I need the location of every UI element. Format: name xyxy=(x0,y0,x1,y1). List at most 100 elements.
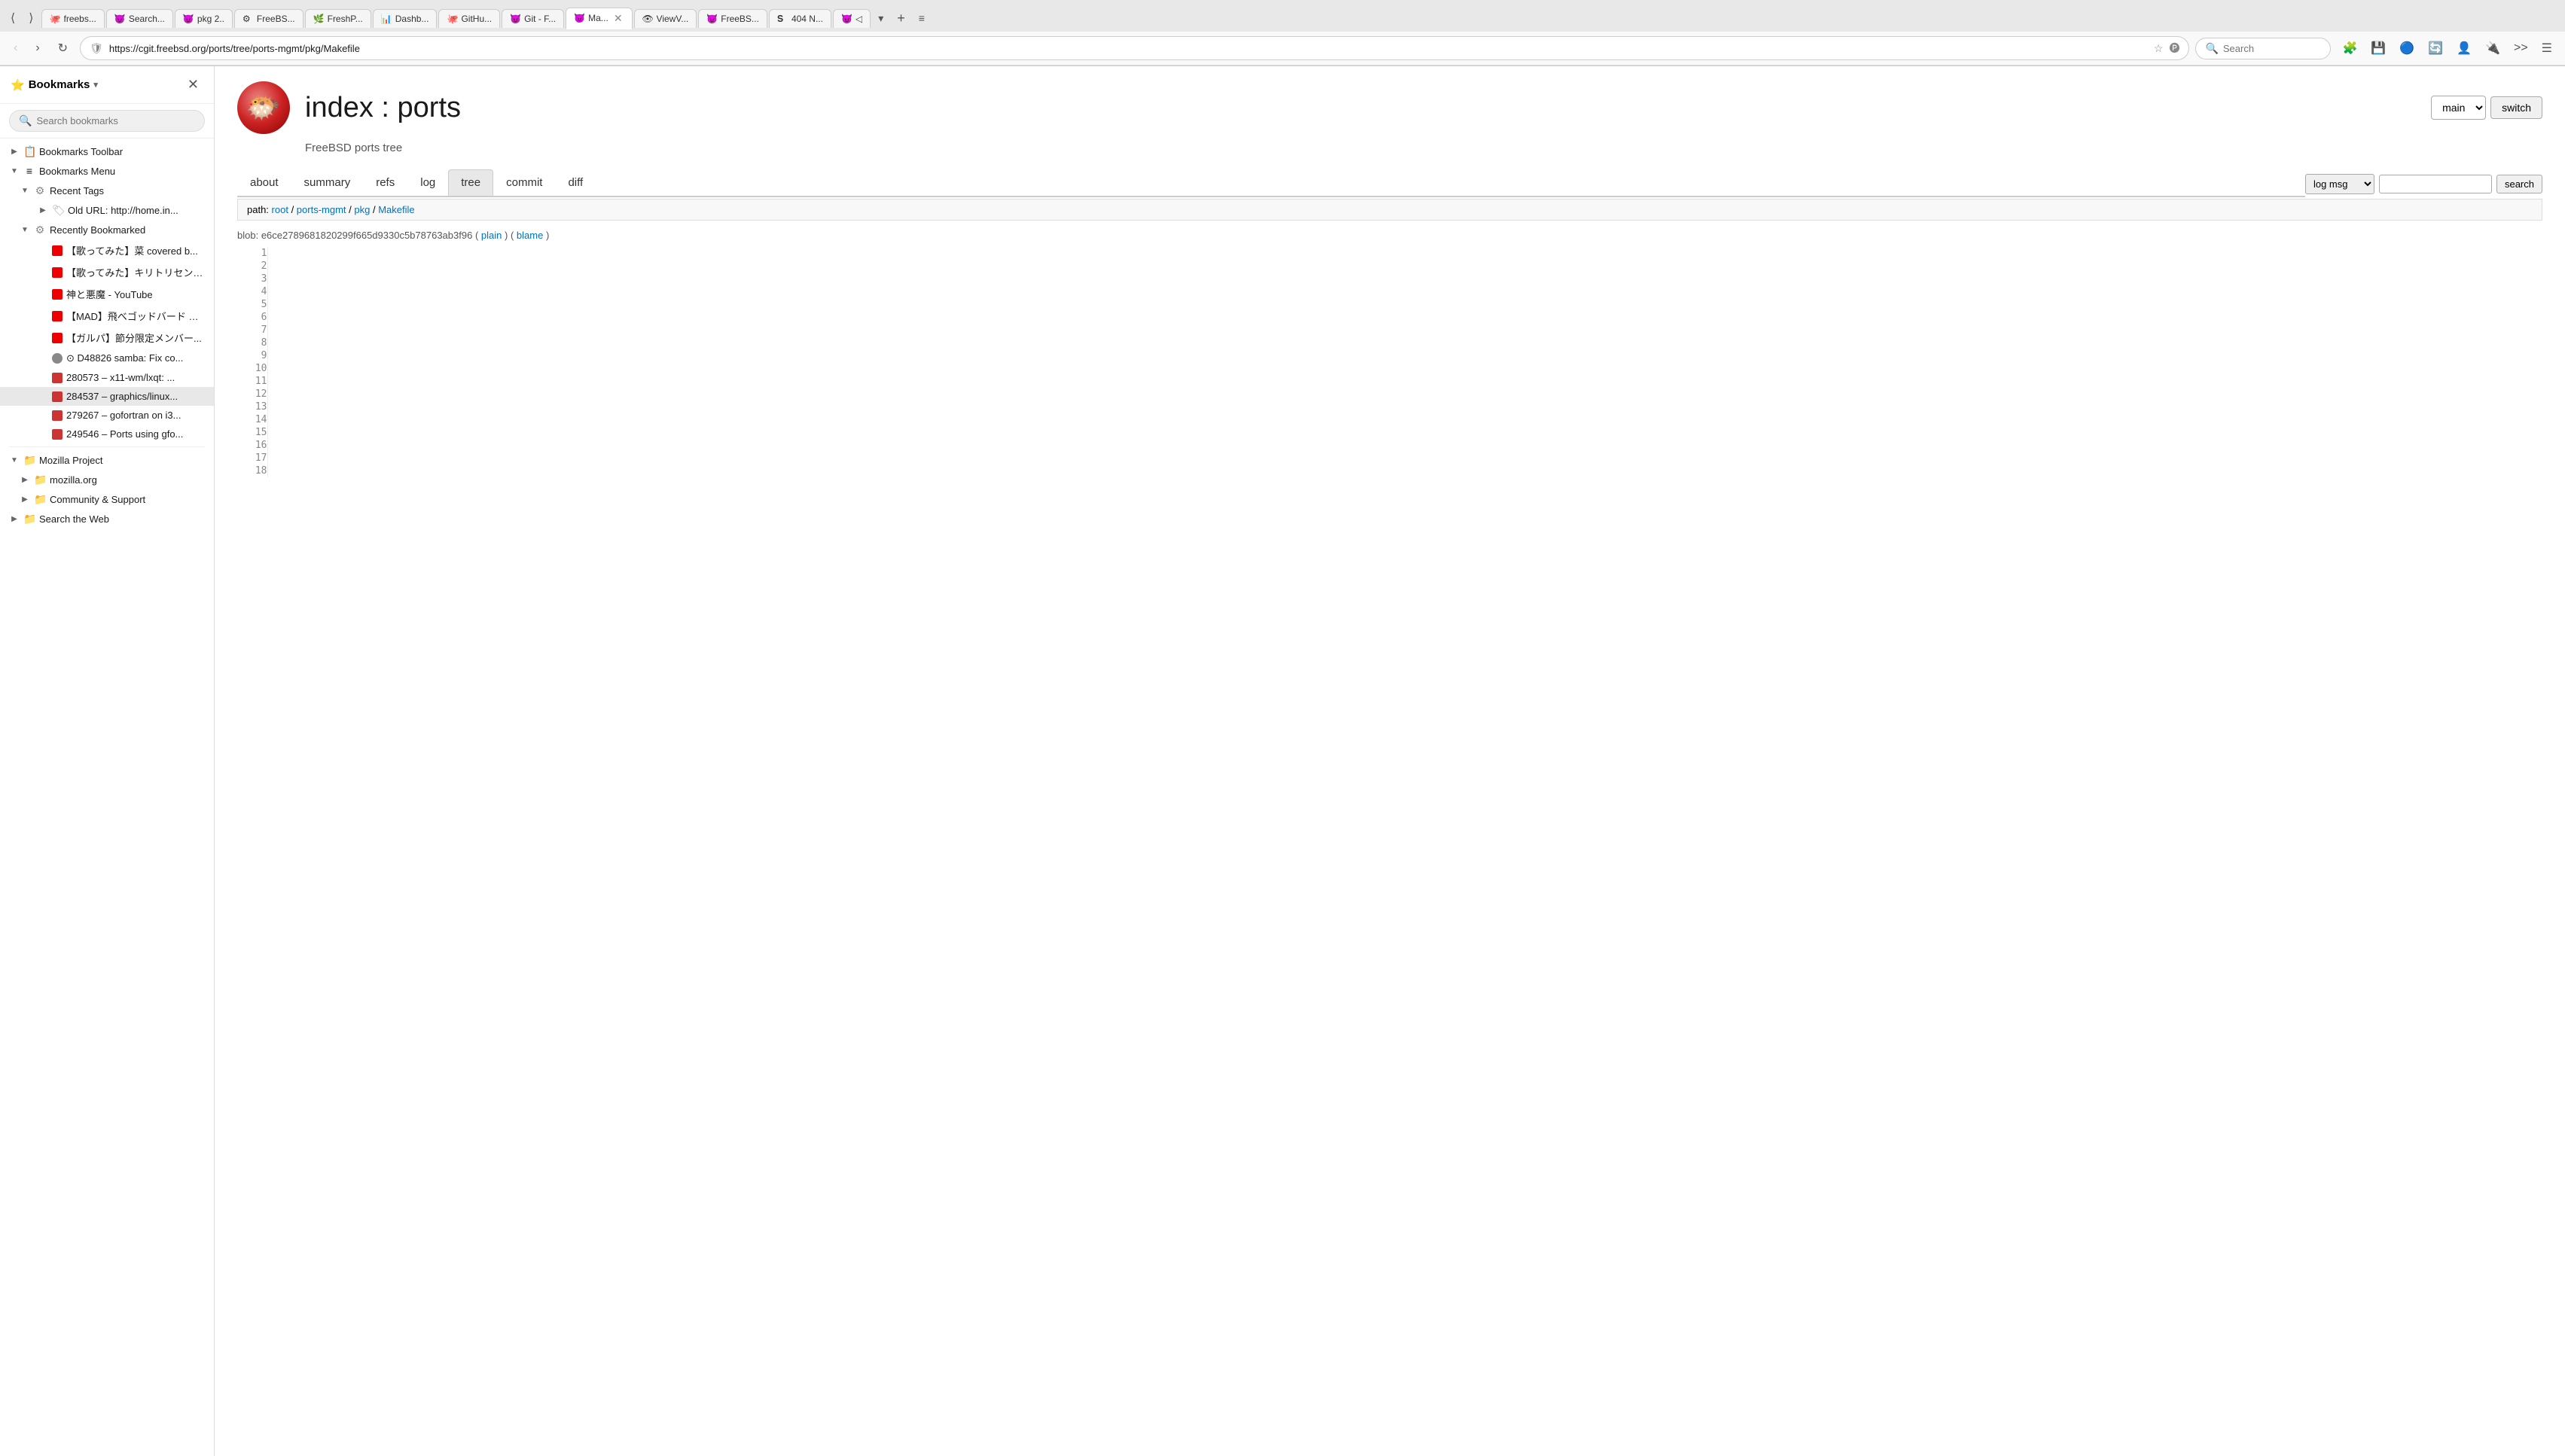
nav-log[interactable]: log xyxy=(407,169,448,196)
tab-list-btn[interactable]: ≡ xyxy=(913,9,931,27)
tab-bar: ⟨ ⟩ 🐙 freebs... 😈 Search... 😈 pkg 2.. ⚙ … xyxy=(0,0,2565,32)
table-row: 15 xyxy=(237,426,2542,439)
branch-select[interactable]: main xyxy=(2431,96,2486,120)
search-bookmarks-input-wrapper[interactable]: 🔍 xyxy=(9,110,205,132)
bookmarks-title[interactable]: ⭐ Bookmarks ▾ xyxy=(11,78,178,92)
addon-btn[interactable]: 🔌 xyxy=(2480,37,2506,59)
sidebar-item-279267[interactable]: 279267 – gofortran on i3... xyxy=(0,406,214,425)
address-input[interactable] xyxy=(109,43,2148,54)
tab-viewv[interactable]: 👁 ViewV... xyxy=(634,9,697,28)
tab-freebs2[interactable]: ⚙ FreeBS... xyxy=(234,9,303,28)
pocket-icon[interactable]: 🅟 xyxy=(2169,41,2179,56)
tab-dash[interactable]: 📊 Dashb... xyxy=(373,9,438,28)
tab-github[interactable]: 🐙 GitHu... xyxy=(438,9,500,28)
line-code xyxy=(267,452,2542,465)
more-tools-btn[interactable]: >> xyxy=(2509,38,2533,59)
line-code xyxy=(267,298,2542,311)
sidebar-item-280573[interactable]: 280573 – x11-wm/lxqt: ... xyxy=(0,368,214,387)
sidebar-item-recent-tags[interactable]: ▼ ⚙ Recent Tags xyxy=(0,181,214,200)
tab-forward-btn[interactable]: ⟩ xyxy=(23,8,39,29)
nav-search-input[interactable] xyxy=(2223,43,2356,54)
chrome-btn[interactable]: 🔵 xyxy=(2394,37,2420,59)
blob-hash: e6ce2789681820299f665d9330c5b78763ab3f96 xyxy=(261,230,473,241)
sidebar-item-yt1[interactable]: 【歌ってみた】菜 covered b... xyxy=(0,239,214,261)
sync-btn[interactable]: 🔄 xyxy=(2423,37,2448,59)
forward-btn[interactable]: › xyxy=(29,38,45,59)
line-code xyxy=(267,439,2542,452)
sidebar-item-label-yt3: 神と悪魔 - YouTube xyxy=(66,287,205,301)
tab-close-btn[interactable]: ✕ xyxy=(612,12,624,25)
cgit-search-button[interactable]: search xyxy=(2496,175,2542,193)
sidebar-item-yt4[interactable]: 【MAD】飛べゴッドバード … xyxy=(0,305,214,327)
extensions-btn[interactable]: 🧩 xyxy=(2337,37,2362,59)
shield-icon: 🛡 xyxy=(90,42,103,55)
hamburger-btn[interactable]: ☰ xyxy=(2536,37,2557,59)
tab-back-btn[interactable]: ⟨ xyxy=(5,8,21,29)
expand-icon-old-url: ▶ xyxy=(38,206,48,215)
address-bar[interactable]: 🛡 ☆ 🅟 xyxy=(80,36,2189,60)
tab-more-btn[interactable]: ▾ xyxy=(872,9,889,28)
tab-freebs[interactable]: 🐙 freebs... xyxy=(41,9,105,28)
blob-blame-link[interactable]: blame xyxy=(517,230,543,241)
line-number: 2 xyxy=(237,260,267,273)
nav-refs[interactable]: refs xyxy=(363,169,407,196)
path-pkg[interactable]: pkg xyxy=(354,204,370,215)
table-row: 2 xyxy=(237,260,2542,273)
tab-git-f[interactable]: 😈 Git - F... xyxy=(502,9,564,28)
sidebar-item-recently-bookmarked[interactable]: ▼ ⚙ Recently Bookmarked xyxy=(0,220,214,239)
sidebar-item-d48826[interactable]: ⊙ D48826 samba: Fix co... xyxy=(0,349,214,368)
sidebar-item-249546[interactable]: 249546 – Ports using gfo... xyxy=(0,425,214,443)
tab-active[interactable]: 😈 Ma... ✕ xyxy=(566,8,632,29)
sidebar-item-bookmarks-menu[interactable]: ▼ ≡ Bookmarks Menu xyxy=(0,161,214,181)
nav-diff[interactable]: diff xyxy=(555,169,596,196)
path-bar: path: root / ports-mgmt / pkg / Makefile xyxy=(237,199,2542,221)
bookmark-star-icon[interactable]: ☆ xyxy=(2154,42,2164,55)
path-ports-mgmt[interactable]: ports-mgmt xyxy=(297,204,346,215)
sidebar-item-old-url[interactable]: ▶ 🏷 Old URL: http://home.in... xyxy=(0,200,214,220)
nav-about[interactable]: about xyxy=(237,169,291,196)
yt-favicon-5 xyxy=(52,333,63,343)
sidebar-item-yt5[interactable]: 【ガルパ】節分限定メンバー... xyxy=(0,327,214,349)
nav-search-bar[interactable]: 🔍 xyxy=(2195,38,2331,59)
sidebar-item-label-yt1: 【歌ってみた】菜 covered b... xyxy=(66,243,205,257)
table-row: 7 xyxy=(237,324,2542,337)
tab-arrow[interactable]: 😈 ◁ xyxy=(833,9,871,28)
sidebar-item-mozilla[interactable]: ▼ 📁 Mozilla Project xyxy=(0,450,214,470)
sidebar-item-label-community: Community & Support xyxy=(50,494,205,505)
tab-pkg2[interactable]: 😈 pkg 2.. xyxy=(175,9,233,28)
sidebar-item-yt3[interactable]: 神と悪魔 - YouTube xyxy=(0,283,214,305)
sidebar-item-yt2[interactable]: 【歌ってみた】キリトリセン c... xyxy=(0,261,214,283)
sidebar-item-label-mozorg: mozilla.org xyxy=(50,474,205,486)
bookmarks-list: ▶ 📋 Bookmarks Toolbar ▼ ≡ Bookmarks Menu… xyxy=(0,139,214,1456)
nav-commit[interactable]: commit xyxy=(493,169,555,196)
table-row: 13 xyxy=(237,401,2542,413)
path-makefile[interactable]: Makefile xyxy=(378,204,414,215)
switch-button[interactable]: switch xyxy=(2490,96,2542,119)
path-root[interactable]: root xyxy=(272,204,288,215)
profile-btn[interactable]: 👤 xyxy=(2451,37,2477,59)
reload-btn[interactable]: ↻ xyxy=(52,37,74,59)
tab-search[interactable]: 😈 Search... xyxy=(106,9,173,28)
cgit-search-select[interactable]: log msg author committer grep xyxy=(2305,174,2374,194)
table-row: 10 xyxy=(237,362,2542,375)
sidebar-close-btn[interactable]: ✕ xyxy=(183,75,203,94)
sidebar-item-community[interactable]: ▶ 📁 Community & Support xyxy=(0,489,214,509)
table-row: 5 xyxy=(237,298,2542,311)
sidebar-item-bookmarks-toolbar[interactable]: ▶ 📋 Bookmarks Toolbar xyxy=(0,142,214,161)
sidebar-item-search-web[interactable]: ▶ 📁 Search the Web xyxy=(0,509,214,528)
savepage-btn[interactable]: 💾 xyxy=(2365,37,2391,59)
back-btn[interactable]: ‹ xyxy=(8,38,23,59)
tab-add-btn[interactable]: + xyxy=(891,8,911,29)
nav-tree[interactable]: tree xyxy=(448,169,493,196)
tab-freebs3[interactable]: 😈 FreeBS... xyxy=(698,9,767,28)
tab-freshp[interactable]: 🌿 FreshP... xyxy=(305,9,371,28)
sidebar-item-mozorg[interactable]: ▶ 📁 mozilla.org xyxy=(0,470,214,489)
tab-404[interactable]: 𝐒 404 N... xyxy=(769,9,831,28)
cgit-search-input[interactable] xyxy=(2379,175,2492,193)
nav-summary[interactable]: summary xyxy=(291,169,364,196)
blob-plain-link[interactable]: plain xyxy=(481,230,502,241)
sidebar-item-label-mozilla: Mozilla Project xyxy=(39,455,205,466)
fb-favicon-3 xyxy=(52,410,63,421)
sidebar-item-284537[interactable]: 284537 – graphics/linux... xyxy=(0,387,214,406)
search-bookmarks-input[interactable] xyxy=(36,115,195,126)
